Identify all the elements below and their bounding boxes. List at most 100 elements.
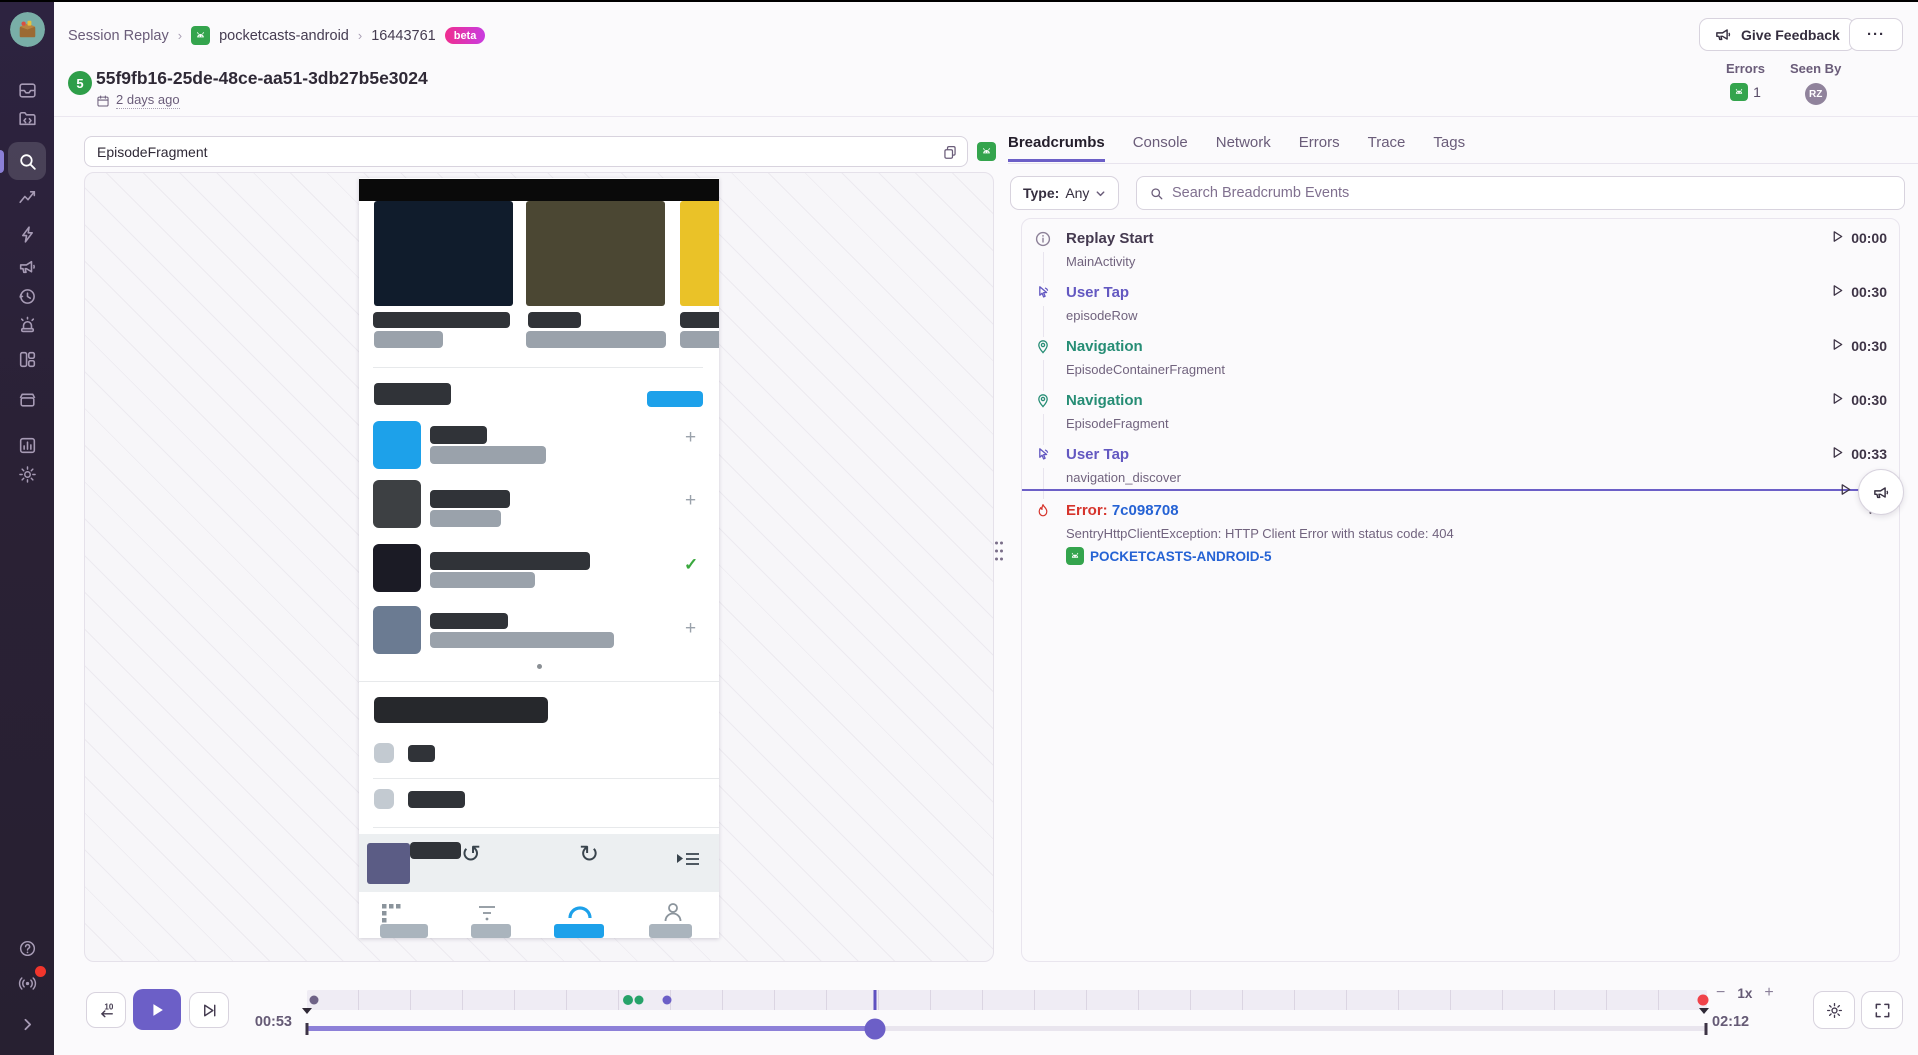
- fullscreen-button[interactable]: [1861, 991, 1903, 1029]
- breadcrumb-replay-id: 16443761: [371, 28, 436, 44]
- cursor-tap-icon: [1035, 285, 1051, 301]
- breadcrumb-search-input[interactable]: [1172, 185, 1892, 201]
- sidebar-item-projects[interactable]: [0, 103, 54, 133]
- replay-age[interactable]: 2 days ago: [96, 92, 180, 109]
- sidebar-item-help[interactable]: [0, 933, 54, 963]
- speed-value[interactable]: 1x: [1737, 986, 1752, 1001]
- tab-bar-divider: [1008, 163, 1918, 164]
- explore-search-icon: [8, 142, 46, 180]
- seen-by-avatar[interactable]: RZ: [1805, 83, 1827, 105]
- event-body: User TapepisodeRow: [1066, 284, 1138, 323]
- replay-count-badge: 5: [68, 71, 92, 95]
- sidebar-expand-button[interactable]: [0, 1009, 54, 1039]
- timeline-cursor-icon: [1839, 483, 1852, 501]
- tab-console[interactable]: Console: [1133, 134, 1188, 162]
- sidebar-item-stats[interactable]: [0, 430, 54, 460]
- android-project-icon: [191, 26, 210, 45]
- wireframe-plus-icon: +: [685, 428, 696, 447]
- breadcrumb-item[interactable]: User Tapnavigation_discover00:33: [1022, 435, 1899, 489]
- queue-icon: [675, 850, 701, 868]
- wireframe-profile-icon: [661, 900, 685, 924]
- android-project-icon: [1066, 547, 1084, 565]
- org-avatar[interactable]: [10, 12, 45, 47]
- sidebar-item-replays[interactable]: [0, 281, 54, 311]
- sidebar-item-settings[interactable]: [0, 459, 54, 489]
- tab-tags[interactable]: Tags: [1433, 134, 1465, 162]
- timeline-cursor: [874, 990, 877, 1010]
- copy-icon[interactable]: [938, 140, 962, 164]
- jump-to-timestamp[interactable]: 00:00: [1831, 230, 1887, 246]
- wireframe-plus-icon: +: [685, 491, 696, 510]
- pane-resize-handle[interactable]: [992, 538, 1006, 564]
- seek-thumb[interactable]: [865, 1018, 886, 1039]
- tab-network[interactable]: Network: [1216, 134, 1271, 162]
- tab-breadcrumbs[interactable]: Breadcrumbs: [1008, 134, 1105, 162]
- sidebar-item-releases[interactable]: [0, 384, 54, 414]
- play-icon: [1831, 338, 1844, 354]
- wireframe-card: [526, 201, 665, 306]
- sidebar-item-issues[interactable]: [0, 75, 54, 105]
- sidebar-item-insights[interactable]: [0, 344, 54, 374]
- wireframe-filter-icon: [477, 905, 501, 923]
- timeline-event-marker[interactable]: [662, 996, 671, 1005]
- breadcrumb-search: [1136, 176, 1905, 210]
- sidebar-item-feedback[interactable]: [0, 251, 54, 281]
- replay-title: 55f9fb16-25de-48ce-aa51-3db27b5e3024: [96, 68, 428, 89]
- sidebar-item-explore[interactable]: [0, 142, 54, 180]
- play-icon: [1831, 446, 1844, 462]
- sidebar-item-whats-new[interactable]: [0, 968, 54, 998]
- speed-decrease-button[interactable]: −: [1716, 984, 1725, 1002]
- total-duration: 02:12: [1712, 1014, 1772, 1030]
- progress-fill: [307, 1026, 875, 1031]
- event-title: Navigation: [1066, 392, 1169, 409]
- breadcrumb: Session Replay › pocketcasts-android › 1…: [68, 26, 485, 45]
- more-options-button[interactable]: ···: [1849, 18, 1903, 51]
- timeline-event-marker[interactable]: [310, 996, 319, 1005]
- seek-bar[interactable]: [307, 1026, 1707, 1031]
- sidebar-item-performance[interactable]: [0, 219, 54, 249]
- breadcrumb-session-replay[interactable]: Session Replay: [68, 28, 169, 44]
- event-body: NavigationEpisodeContainerFragment: [1066, 338, 1225, 377]
- breadcrumb-item[interactable]: NavigationEpisodeFragment00:30: [1022, 381, 1899, 435]
- jump-to-timestamp[interactable]: 00:30: [1831, 392, 1887, 408]
- replay-settings-button[interactable]: [1813, 991, 1855, 1029]
- wireframe-card: [374, 201, 513, 306]
- breadcrumb-item[interactable]: NavigationEpisodeContainerFragment 00:30: [1022, 327, 1899, 381]
- event-description: SentryHttpClientException: HTTP Client E…: [1066, 526, 1454, 541]
- timeline-event-marker[interactable]: [623, 995, 633, 1005]
- feedback-fab-button[interactable]: [1858, 469, 1904, 515]
- rewind-10-button[interactable]: 10: [86, 992, 126, 1028]
- project-issue-link[interactable]: POCKETCASTS-ANDROID-5: [1066, 547, 1454, 565]
- jump-to-timestamp[interactable]: 00:30: [1831, 338, 1887, 354]
- breadcrumb-separator: ›: [178, 28, 182, 43]
- timeline-event-marker[interactable]: [1697, 995, 1708, 1006]
- tab-trace[interactable]: Trace: [1368, 134, 1406, 162]
- tab-errors[interactable]: Errors: [1299, 134, 1340, 162]
- jump-to-timestamp[interactable]: 00:30: [1831, 284, 1887, 300]
- sidebar-item-alerts[interactable]: [0, 309, 54, 339]
- breadcrumb-item[interactable]: Replay StartMainActivity00:00: [1022, 219, 1899, 273]
- error-id-link[interactable]: 7c098708: [1112, 502, 1179, 519]
- event-title: User Tap: [1066, 446, 1181, 463]
- seen-by-meta: Seen By RZ: [1790, 61, 1841, 105]
- jump-to-timestamp[interactable]: 00:33: [1831, 446, 1887, 462]
- replay-dom-search-input[interactable]: [84, 136, 968, 167]
- android-error-icon: [1730, 83, 1748, 101]
- breadcrumb-item[interactable]: User TapepisodeRow 00:30: [1022, 273, 1899, 327]
- give-feedback-button[interactable]: Give Feedback: [1699, 18, 1855, 51]
- sidebar: [0, 0, 54, 1055]
- cursor-tap-icon: [1035, 447, 1051, 463]
- breadcrumb-project[interactable]: pocketcasts-android: [219, 28, 349, 44]
- redo-icon: ↻: [579, 840, 599, 869]
- play-button[interactable]: [133, 989, 181, 1030]
- wireframe-card: [680, 201, 719, 306]
- seek-start-tick: [306, 1023, 309, 1035]
- breadcrumb-item[interactable]: Error: 7c098708SentryHttpClientException…: [1022, 491, 1899, 571]
- type-filter-button[interactable]: Type: Any: [1010, 176, 1119, 210]
- timeline-event-marker[interactable]: [634, 996, 643, 1005]
- sidebar-item-dashboards[interactable]: [0, 181, 54, 211]
- replay-viewport[interactable]: + + ✓ + ↺: [84, 172, 994, 962]
- timeline-strip[interactable]: [307, 990, 1707, 1010]
- speed-increase-button[interactable]: +: [1764, 984, 1773, 1002]
- wireframe-plus-icon: +: [685, 619, 696, 638]
